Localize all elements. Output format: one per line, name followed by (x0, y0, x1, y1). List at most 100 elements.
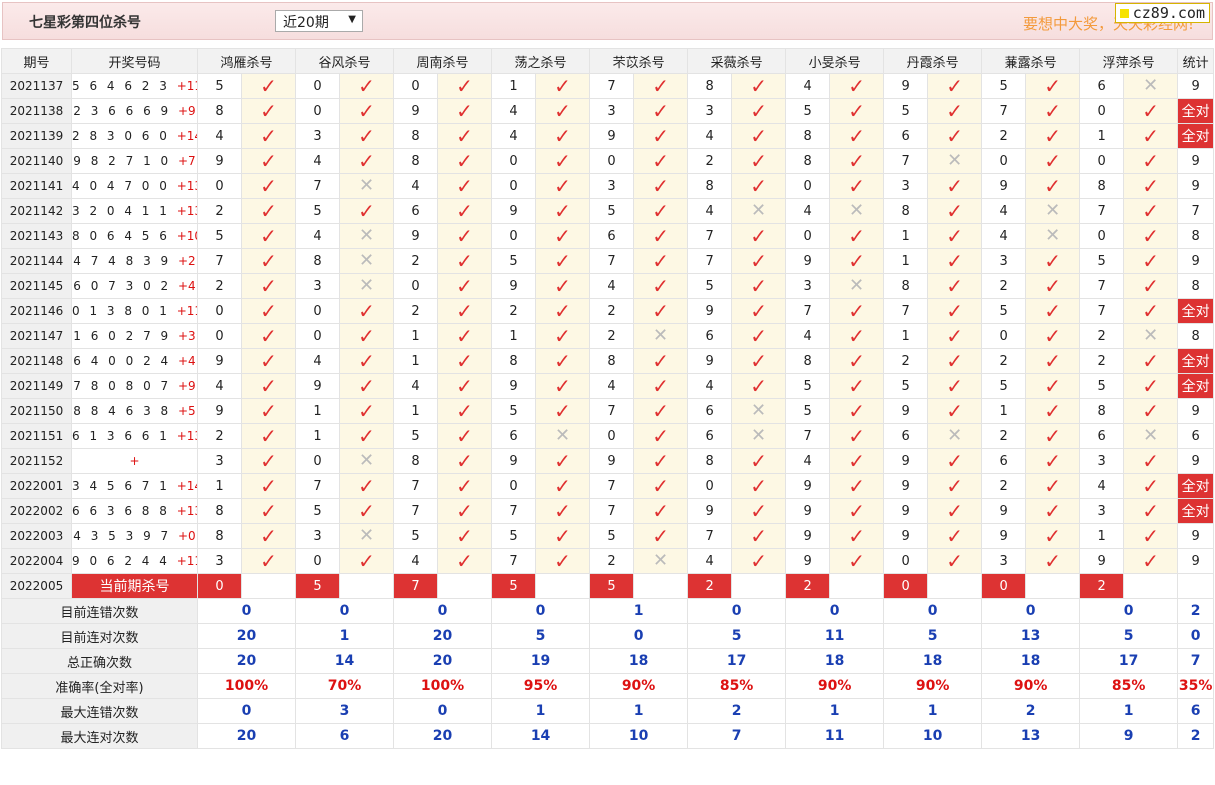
all-correct-badge: 全对 (1177, 123, 1215, 149)
check-icon: ✓ (1025, 248, 1081, 274)
col-header-expert[interactable]: 周南杀号 (393, 48, 493, 74)
kill-number-cell: 9 (785, 473, 831, 499)
current-empty-cell (240, 573, 297, 599)
draw-extra: +14 (176, 479, 197, 493)
kill-number-cell: 2 (393, 298, 439, 324)
draw-extra: +0 (178, 529, 196, 543)
kill-number-cell: 4 (981, 223, 1027, 249)
stats-value: 1 (785, 698, 885, 724)
table-row: 2021145 6 0 7 3 0 2 +4 2 ✓ 3 ✕ 0 ✓ 9 ✓ 4 ✓ 5 ✓ 3 ✕ 8 ✓ 2 ✓ 7… (1, 273, 1215, 299)
kill-number-cell: 5 (393, 523, 439, 549)
kill-number-cell: 5 (589, 523, 635, 549)
check-icon: ✓ (1025, 548, 1081, 574)
check-mark: ✓ (652, 273, 669, 298)
check-mark: ✓ (554, 348, 571, 373)
site-badge[interactable]: cz89.com (1114, 3, 1210, 23)
stats-value: 0 (589, 623, 689, 649)
check-mark: ✓ (750, 473, 767, 498)
check-mark: ✓ (652, 298, 669, 323)
period-select[interactable]: 近20期 ▼ (275, 10, 363, 32)
check-icon: ✓ (1025, 323, 1081, 349)
check-icon: ✓ (927, 98, 983, 124)
col-header-expert[interactable]: 小旻杀号 (785, 48, 885, 74)
check-mark: ✓ (750, 148, 767, 173)
stat-cell: 9 (1177, 448, 1215, 474)
check-icon: ✓ (339, 323, 395, 349)
check-icon: ✓ (339, 473, 395, 499)
check-icon: ✓ (535, 123, 591, 149)
current-empty-cell (1123, 573, 1179, 599)
col-header-expert[interactable]: 鸿雁杀号 (196, 48, 297, 74)
kill-number-cell: 0 (981, 323, 1027, 349)
check-mark: ✓ (456, 348, 473, 373)
cross-icon: ✕ (1123, 73, 1179, 99)
check-icon: ✓ (1123, 448, 1179, 474)
check-mark: ✓ (848, 98, 865, 123)
check-icon: ✓ (633, 398, 689, 424)
kill-number-cell: 4 (295, 148, 341, 174)
kill-number-cell: 7 (883, 148, 929, 174)
check-icon: ✓ (633, 123, 689, 149)
check-icon: ✓ (437, 423, 493, 449)
draw-numbers: 9 8 2 7 1 0 (73, 154, 172, 168)
draw-extra: +13 (176, 429, 197, 443)
kill-number-cell: 1 (393, 398, 439, 424)
check-mark: ✓ (260, 523, 277, 548)
check-icon: ✓ (731, 98, 787, 124)
kill-number-cell: 9 (491, 273, 537, 299)
kill-number-cell: 8 (589, 348, 635, 374)
check-mark: ✓ (260, 223, 277, 248)
check-mark: ✓ (946, 523, 963, 548)
issue-cell: 2021146 (1, 298, 72, 324)
table-row: 2021148 6 4 0 0 2 4 +4 9 ✓ 4 ✓ 1 ✓ 8 ✓ 8 ✓ 9 ✓ 8 ✓ 2 ✓ 2 ✓ 2… (1, 348, 1215, 374)
col-header-expert[interactable]: 蒹露杀号 (981, 48, 1081, 74)
col-header-expert[interactable]: 芣苡杀号 (589, 48, 689, 74)
check-icon: ✓ (437, 98, 493, 124)
check-mark: ✓ (1142, 148, 1160, 173)
draw-numbers-cell: 9 8 2 7 1 0 +7 (71, 148, 198, 174)
check-icon: ✓ (731, 223, 787, 249)
check-icon: ✓ (633, 98, 689, 124)
check-mark: ✓ (456, 523, 473, 548)
check-icon: ✓ (1025, 123, 1081, 149)
stat-cell: 8 (1177, 273, 1215, 299)
check-icon: ✓ (731, 323, 787, 349)
check-mark: ✓ (554, 123, 571, 148)
check-icon: ✓ (240, 198, 297, 224)
draw-numbers-cell: 6 0 7 3 0 2 +4 (71, 273, 198, 299)
kill-number-cell: 6 (393, 198, 439, 224)
col-header-expert[interactable]: 谷风杀号 (295, 48, 395, 74)
col-header-expert[interactable]: 荡之杀号 (491, 48, 591, 74)
check-icon: ✓ (437, 323, 493, 349)
check-icon: ✓ (240, 448, 297, 474)
check-mark: ✓ (1044, 248, 1062, 273)
kill-number-cell: 3 (589, 98, 635, 124)
table-row: 20220049 0 6 2 4 4 +113✓0✓4✓7✓2✕4✓9✓0✓3✓… (1, 548, 1215, 574)
check-mark: ✓ (260, 273, 277, 298)
table-row: 2021150 8 8 4 6 3 8 +5 9 ✓ 1 ✓ 1 ✓ 5 ✓ 7 ✓ 6 ✕ 5 ✓ 9 ✓ 1 ✓ 8… (1, 398, 1215, 424)
check-mark: ✓ (750, 223, 767, 248)
kill-number-cell: 9 (981, 523, 1027, 549)
issue-cell: 2022002 (1, 498, 72, 524)
cross-icon: ✕ (731, 198, 787, 224)
check-mark: ✓ (554, 198, 571, 223)
check-mark: ✓ (848, 148, 865, 173)
col-header-expert[interactable]: 丹霞杀号 (883, 48, 983, 74)
kill-number-cell: 7 (589, 248, 635, 274)
check-icon: ✓ (829, 173, 885, 199)
check-icon: ✓ (535, 373, 591, 399)
check-icon: ✓ (633, 348, 689, 374)
check-mark: ✓ (456, 148, 473, 173)
kill-number-cell: 4 (295, 223, 341, 249)
kill-number-cell: 5 (1079, 373, 1125, 399)
draw-numbers-cell: 2 3 6 6 6 9 +9 (71, 98, 198, 124)
kill-number-cell: 8 (393, 123, 439, 149)
cross-mark: ✕ (555, 425, 571, 446)
kill-number-cell: 9 (883, 398, 929, 424)
draw-numbers-cell: 4 7 4 8 3 9 +2 (71, 248, 198, 274)
draw-extra: +14 (176, 129, 197, 143)
col-header-expert[interactable]: 浮萍杀号 (1079, 48, 1179, 74)
col-header-expert[interactable]: 采薇杀号 (687, 48, 787, 74)
kill-number-cell: 4 (785, 198, 831, 224)
cross-mark: ✕ (1143, 425, 1159, 446)
